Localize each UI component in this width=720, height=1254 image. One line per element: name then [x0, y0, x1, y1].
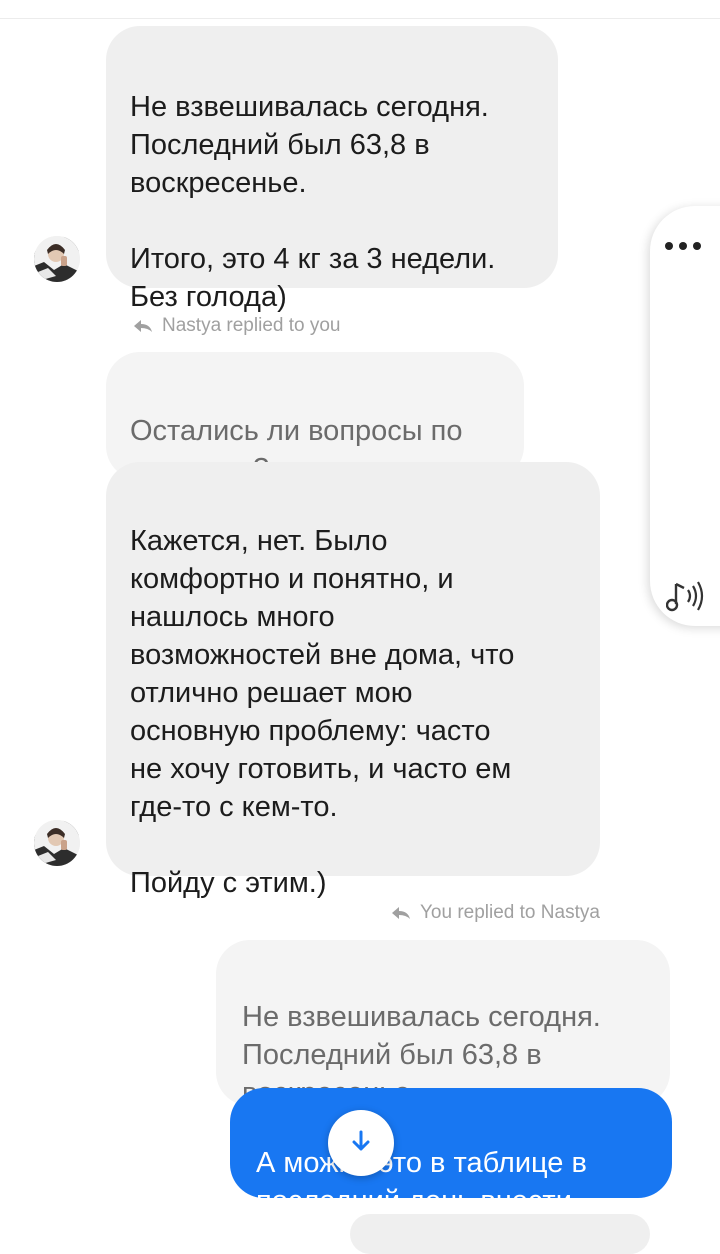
side-panel: [650, 206, 720, 626]
message-text: А можно это в таблице в последний день в…: [256, 1147, 587, 1217]
more-dots-icon[interactable]: [664, 232, 702, 252]
message-text: Не взвешивалась сегодня. Последний был 6…: [130, 91, 496, 313]
reply-label-text: Nastya replied to you: [162, 315, 341, 336]
message-bubble-sent[interactable]: А можно это в таблице в последний день в…: [230, 1088, 672, 1217]
quoted-message[interactable]: Не взвешивалась сегодня. Последний был 6…: [216, 940, 670, 1109]
avatar[interactable]: [34, 820, 80, 866]
message-text: Кажется, нет. Было комфортно и понятно, …: [130, 525, 515, 899]
quoted-message[interactable]: Остались ли вопросы по питанию ?: [106, 352, 524, 485]
reply-label: Nastya replied to you: [132, 315, 341, 337]
avatar[interactable]: [34, 236, 80, 282]
reply-arrow-icon: [132, 318, 154, 334]
message-bubble-received-1[interactable]: Не взвешивалась сегодня. Последний был 6…: [106, 26, 558, 313]
reply-label-text: You replied to Nastya: [420, 902, 600, 923]
message-bubble-received-2[interactable]: Кажется, нет. Было комфортно и понятно, …: [106, 462, 600, 899]
reply-label: You replied to Nastya: [390, 902, 600, 924]
top-divider: [0, 0, 720, 19]
reply-arrow-icon: [390, 905, 412, 921]
arrow-down-icon: [348, 1128, 374, 1159]
next-message-bubble-partial: [350, 1214, 650, 1254]
scroll-to-bottom-button[interactable]: [328, 1110, 394, 1176]
audio-icon[interactable]: [665, 580, 706, 619]
